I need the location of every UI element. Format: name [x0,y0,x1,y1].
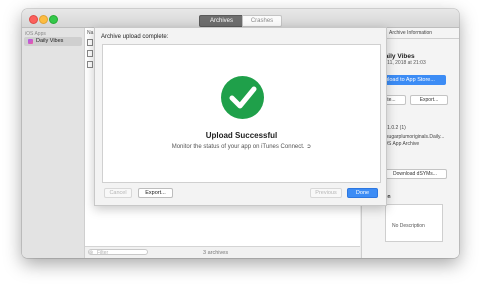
inspector-export-button[interactable]: Export... [410,95,448,105]
filter-icon: ⊜ [89,250,94,256]
success-checkmark-icon [221,76,264,119]
cancel-button[interactable]: Cancel [104,188,132,198]
archive-count: 3 archives [203,250,229,256]
tab-crashes[interactable]: Crashes [242,15,282,27]
close-window-button[interactable] [29,15,38,24]
arrow-link-icon[interactable]: ➲ [306,144,311,150]
inspector-title: Archive Information [389,30,433,36]
archive-row-icon[interactable] [87,39,93,46]
filter-input[interactable]: Filter [88,249,148,256]
column-header-name[interactable]: Na [87,30,93,36]
minimize-window-button[interactable] [39,15,48,24]
sidebar: iOS Apps Daily Vibes [22,28,85,258]
app-icon [28,39,33,44]
upload-status-message: Monitor the status of your app on iTunes… [103,143,380,150]
tab-archives[interactable]: Archives [199,15,244,27]
filter-bar: Filter ⊜ 3 archives [85,246,360,258]
sheet-heading: Archive upload complete: [101,34,169,40]
title-bar: Archives Crashes [22,9,459,28]
inspector-identifier: r sugarplumoriginals.Daily... [383,134,445,140]
archive-row-icon[interactable] [87,61,93,68]
previous-button[interactable]: Previous [310,188,342,198]
download-dsyms-button[interactable]: Download dSYMs... [383,169,447,179]
export-button[interactable]: Export... [138,188,173,198]
upload-successful-title: Upload Successful [205,131,278,140]
inspector-type: iOS App Archive [383,141,420,147]
inspector-date: n 11, 2018 at 21:03 [383,60,426,66]
archive-row-icon[interactable] [87,50,93,57]
status-message-text: Monitor the status of your app on iTunes… [171,144,305,150]
sidebar-item-label: Daily Vibes [36,38,64,44]
sheet-content-panel: Upload Successful Monitor the status of … [102,44,381,183]
done-button[interactable]: Done [347,188,378,198]
checkmark-icon [229,86,257,109]
description-placeholder: No Description [392,223,425,229]
upload-complete-sheet: Archive upload complete: Upload Successf… [94,27,387,206]
zoom-window-button[interactable] [49,15,58,24]
